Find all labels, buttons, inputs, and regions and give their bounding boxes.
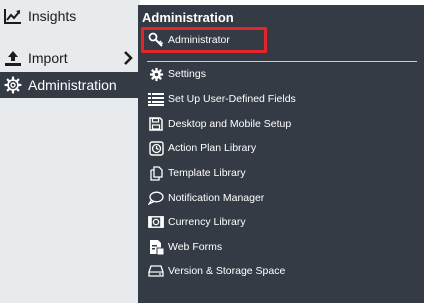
sidebar-item-import[interactable]: Import (0, 46, 140, 70)
menu-item-desktop-mobile-setup[interactable]: Desktop and Mobile Setup (148, 115, 291, 133)
upload-icon (3, 48, 23, 68)
flyout-title: Administration (142, 10, 234, 25)
menu-item-label: Version & Storage Space (168, 265, 286, 277)
money-icon (148, 214, 164, 230)
floppy-icon (148, 116, 164, 132)
menu-item-label: Administrator (168, 34, 230, 46)
menu-item-label: Settings (168, 68, 206, 80)
sidebar-item-label: Administration (28, 77, 117, 93)
menu-item-settings[interactable]: Settings (148, 65, 206, 83)
menu-item-currency-library[interactable]: Currency Library (148, 213, 246, 231)
menu-item-label: Web Forms (168, 241, 223, 253)
divider (147, 61, 417, 62)
menu-item-user-defined-fields[interactable]: Set Up User-Defined Fields (148, 90, 296, 108)
list-icon (148, 91, 164, 107)
menu-item-label: Template Library (168, 167, 246, 179)
sidebar-item-administration[interactable]: Administration (0, 72, 140, 98)
menu-item-web-forms[interactable]: Web Forms (148, 238, 222, 256)
key-icon (148, 32, 164, 48)
copy-icon (148, 165, 164, 181)
menu-item-version-storage[interactable]: Version & Storage Space (148, 262, 285, 280)
menu-item-action-plan-library[interactable]: Action Plan Library (148, 139, 256, 157)
menu-item-label: Currency Library (168, 216, 246, 228)
hard-drive-icon (148, 263, 164, 279)
chevron-right-icon (122, 50, 134, 66)
clock-icon (148, 140, 164, 156)
menu-item-administrator[interactable]: Administrator (148, 31, 230, 49)
gear-icon (3, 75, 23, 95)
menu-item-template-library[interactable]: Template Library (148, 164, 246, 182)
menu-item-label: Action Plan Library (168, 142, 257, 154)
menu-item-notification-manager[interactable]: Notification Manager (148, 189, 264, 207)
sidebar-item-label: Insights (28, 8, 77, 24)
menu-item-label: Set Up User-Defined Fields (168, 93, 296, 105)
administration-flyout-menu: Administration Administrator Settings Se… (138, 5, 424, 303)
sidebar-item-label: Import (28, 50, 68, 66)
menu-item-label: Notification Manager (168, 192, 265, 204)
sidebar: Insights Import Administration (0, 0, 140, 303)
line-chart-icon (3, 6, 23, 26)
speech-bubble-icon (148, 190, 164, 206)
menu-item-label: Desktop and Mobile Setup (168, 118, 292, 130)
gear-icon (148, 66, 164, 82)
sidebar-item-insights[interactable]: Insights (0, 4, 140, 28)
web-form-icon (148, 239, 164, 255)
